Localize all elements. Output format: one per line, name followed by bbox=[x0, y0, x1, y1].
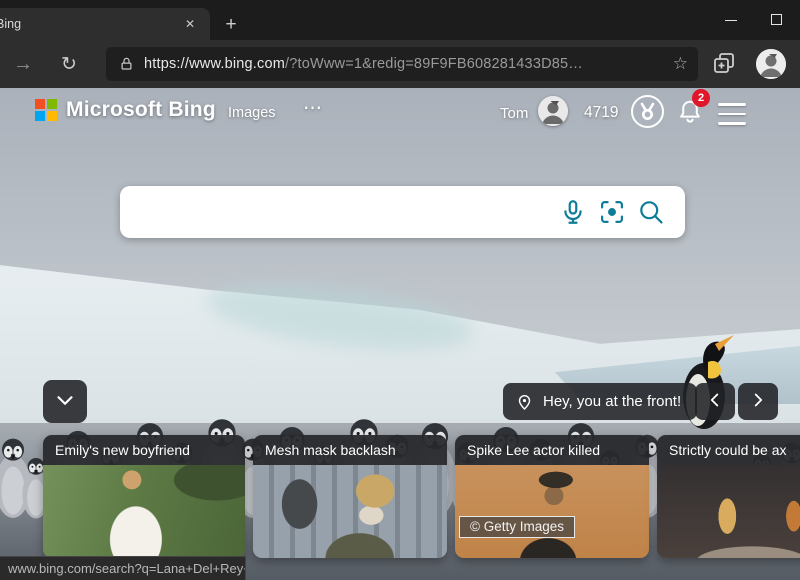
forward-icon: → bbox=[13, 53, 33, 75]
microsoft-logo-icon bbox=[35, 99, 57, 121]
visual-search-icon bbox=[598, 198, 626, 226]
maximize-icon bbox=[771, 14, 782, 25]
lock-icon bbox=[119, 56, 134, 72]
news-card-image: © Getty Images bbox=[455, 465, 649, 558]
image-caption[interactable]: Hey, you at the front! bbox=[503, 383, 697, 420]
news-card[interactable]: Spike Lee actor killed © Getty Images bbox=[455, 435, 649, 558]
location-pin-icon bbox=[515, 392, 534, 411]
maximize-button[interactable] bbox=[754, 0, 800, 40]
logo-text: Microsoft Bing bbox=[66, 98, 216, 122]
voice-search-button[interactable] bbox=[559, 198, 587, 226]
news-card-image bbox=[43, 465, 245, 558]
next-image-button[interactable] bbox=[738, 383, 778, 420]
news-card-title: Emily's new boyfriend bbox=[43, 435, 245, 465]
news-card-title: Strictly could be ax bbox=[657, 435, 800, 465]
refresh-icon: ↻ bbox=[61, 54, 77, 75]
news-card[interactable]: Emily's new boyfriend bbox=[43, 435, 245, 558]
favorites-star-icon[interactable]: ☆ bbox=[673, 54, 688, 74]
chevron-down-icon bbox=[52, 387, 78, 413]
search-icon bbox=[637, 198, 665, 226]
user-name[interactable]: Tom bbox=[500, 105, 528, 122]
collections-button[interactable] bbox=[710, 51, 738, 77]
minimize-icon bbox=[725, 20, 737, 21]
news-card-title: Mesh mask backlash bbox=[253, 435, 447, 465]
hamburger-menu-button[interactable] bbox=[718, 103, 746, 125]
user-portrait-icon bbox=[538, 96, 568, 126]
search-box[interactable] bbox=[120, 186, 685, 238]
user-avatar[interactable] bbox=[538, 96, 568, 126]
url-text: https://www.bing.com/?toWww=1&redig=89F9… bbox=[144, 56, 665, 72]
notification-badge: 2 bbox=[692, 89, 710, 107]
minimize-button[interactable] bbox=[708, 0, 754, 40]
prev-image-button[interactable] bbox=[695, 383, 735, 420]
new-tab-button[interactable]: + bbox=[218, 12, 244, 38]
profile-portrait-icon bbox=[756, 49, 786, 79]
bing-header: Microsoft Bing Images ⋯ Tom 4719 bbox=[0, 94, 800, 134]
browser-profile-avatar[interactable] bbox=[756, 49, 786, 79]
chevron-right-icon bbox=[747, 389, 769, 411]
news-card-title: Spike Lee actor killed bbox=[455, 435, 649, 465]
rewards-medal-icon bbox=[630, 94, 665, 129]
image-credit: © Getty Images bbox=[459, 516, 575, 538]
visual-search-button[interactable] bbox=[598, 198, 626, 226]
refresh-button[interactable]: ↻ bbox=[54, 50, 84, 78]
rewards-button[interactable] bbox=[630, 94, 665, 129]
collections-icon bbox=[712, 51, 736, 75]
browser-titlebar: Bing ✕ + bbox=[0, 0, 800, 40]
status-bar: www.bing.com/search?q=Lana+Del+Rey+… bbox=[0, 556, 246, 580]
news-card-image bbox=[657, 465, 800, 558]
nav-images-link[interactable]: Images bbox=[228, 105, 276, 121]
browser-toolbar: → ↻ https://www.bing.com/?toWww=1&redig=… bbox=[0, 40, 800, 88]
news-card[interactable]: Mesh mask backlash bbox=[253, 435, 447, 558]
news-card-image bbox=[253, 465, 447, 558]
bing-homepage: Microsoft Bing Images ⋯ Tom 4719 bbox=[0, 88, 800, 580]
chevron-left-icon bbox=[704, 389, 726, 411]
address-bar[interactable]: https://www.bing.com/?toWww=1&redig=89F9… bbox=[106, 47, 698, 81]
microsoft-bing-logo[interactable]: Microsoft Bing bbox=[35, 98, 216, 122]
microphone-icon bbox=[559, 198, 587, 226]
news-card[interactable]: Strictly could be ax bbox=[657, 435, 800, 558]
caption-text: Hey, you at the front! bbox=[543, 393, 681, 410]
search-input[interactable] bbox=[138, 202, 548, 222]
browser-tab-bing[interactable]: Bing ✕ bbox=[0, 8, 210, 40]
forward-button[interactable]: → bbox=[8, 50, 38, 78]
tab-title: Bing bbox=[0, 17, 180, 31]
window-controls bbox=[708, 0, 800, 40]
more-menu-icon[interactable]: ⋯ bbox=[303, 97, 325, 120]
search-button[interactable] bbox=[637, 198, 665, 226]
tab-close-icon[interactable]: ✕ bbox=[180, 15, 200, 33]
browser-window: Bing ✕ + → ↻ https://www.bing.com/?toWww… bbox=[0, 0, 800, 580]
scroll-down-button[interactable] bbox=[43, 380, 87, 423]
rewards-points[interactable]: 4719 bbox=[584, 104, 618, 122]
